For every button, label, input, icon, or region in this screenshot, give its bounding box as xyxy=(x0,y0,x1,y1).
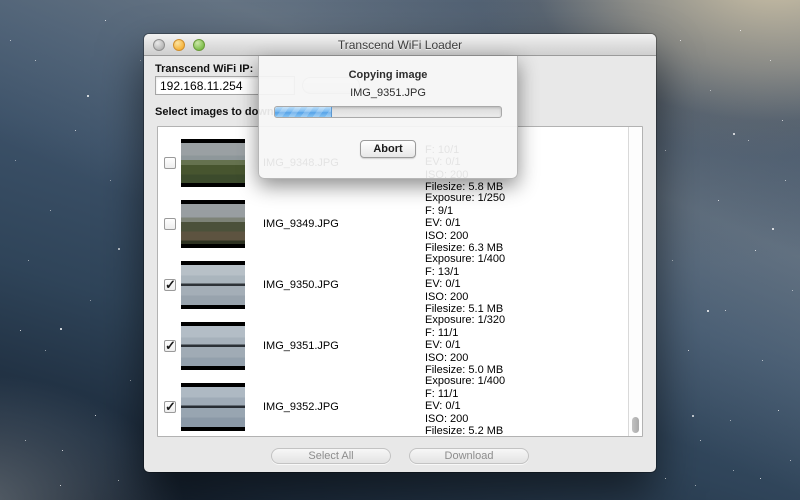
image-filename: IMG_9349.JPG xyxy=(263,218,355,230)
abort-button[interactable]: Abort xyxy=(360,140,416,158)
sheet-filename: IMG_9351.JPG xyxy=(259,87,517,99)
exif-line: EV: 0/1 xyxy=(425,339,505,352)
sheet-title: Copying image xyxy=(259,69,517,81)
titlebar[interactable]: Transcend WiFi Loader xyxy=(144,34,656,56)
exif-line: Filesize: 5.2 MB xyxy=(425,425,505,438)
exif-line: Exposure: 1/400 xyxy=(425,253,505,266)
desktop-wallpaper: Transcend WiFi Loader Transcend WiFi IP:… xyxy=(0,0,800,500)
progress-bar xyxy=(274,106,502,118)
ip-label: Transcend WiFi IP: xyxy=(155,63,253,75)
footer-buttons: Select All Download xyxy=(144,448,656,472)
image-checkbox[interactable]: ✓ xyxy=(164,340,176,352)
image-exif: Exposure: 1/400 F: 11/1 EV: 0/1 ISO: 200… xyxy=(425,375,505,438)
image-row: IMG_9349.JPG Exposure: 1/250 F: 9/1 EV: … xyxy=(158,193,627,254)
image-thumbnail xyxy=(181,261,245,309)
window-title: Transcend WiFi Loader xyxy=(144,38,656,52)
image-checkbox[interactable]: ✓ xyxy=(164,401,176,413)
image-thumbnail xyxy=(181,322,245,370)
image-exif: Exposure: 1/250 F: 9/1 EV: 0/1 ISO: 200 … xyxy=(425,192,505,255)
exif-line: EV: 0/1 xyxy=(425,217,505,230)
image-checkbox[interactable] xyxy=(164,218,176,230)
image-filename: IMG_9352.JPG xyxy=(263,401,355,413)
star-field-bright xyxy=(0,0,2,2)
exif-line: Exposure: 1/320 xyxy=(425,314,505,327)
exif-line: F: 11/1 xyxy=(425,327,505,340)
select-all-button[interactable]: Select All xyxy=(271,448,391,464)
exif-line: ISO: 200 xyxy=(425,413,505,426)
scrollbar-thumb[interactable] xyxy=(632,417,639,433)
exif-line: Exposure: 1/250 xyxy=(425,192,505,205)
image-thumbnail xyxy=(181,200,245,248)
exif-line: EV: 0/1 xyxy=(425,278,505,291)
exif-line: ISO: 200 xyxy=(425,230,505,243)
image-checkbox[interactable]: ✓ xyxy=(164,279,176,291)
image-row: ✓ IMG_9352.JPG Exposure: 1/400 F: 11/1 E… xyxy=(158,376,627,437)
exif-line: F: 9/1 xyxy=(425,205,505,218)
exif-line: EV: 0/1 xyxy=(425,400,505,413)
image-filename: IMG_9351.JPG xyxy=(263,340,355,352)
exif-line: ISO: 200 xyxy=(425,352,505,365)
progress-fill xyxy=(275,107,332,117)
exif-line: ISO: 200 xyxy=(425,291,505,304)
image-exif: Exposure: 1/320 F: 11/1 EV: 0/1 ISO: 200… xyxy=(425,314,505,377)
image-filename: IMG_9350.JPG xyxy=(263,279,355,291)
image-thumbnail xyxy=(181,139,245,187)
window-content: Transcend WiFi IP: Select images to down… xyxy=(144,57,656,472)
scrollbar-track[interactable] xyxy=(628,127,642,436)
exif-line: F: 11/1 xyxy=(425,388,505,401)
exif-line: F: 13/1 xyxy=(425,266,505,279)
image-row: ✓ IMG_9350.JPG Exposure: 1/400 F: 13/1 E… xyxy=(158,254,627,315)
app-window: Transcend WiFi Loader Transcend WiFi IP:… xyxy=(144,34,656,472)
image-row: ✓ IMG_9351.JPG Exposure: 1/320 F: 11/1 E… xyxy=(158,315,627,376)
image-exif: Exposure: 1/400 F: 13/1 EV: 0/1 ISO: 200… xyxy=(425,253,505,316)
image-checkbox[interactable] xyxy=(164,157,176,169)
exif-line: Exposure: 1/400 xyxy=(425,375,505,388)
copying-sheet: Copying image IMG_9351.JPG Abort xyxy=(258,56,518,179)
image-thumbnail xyxy=(181,383,245,431)
download-button[interactable]: Download xyxy=(409,448,529,464)
